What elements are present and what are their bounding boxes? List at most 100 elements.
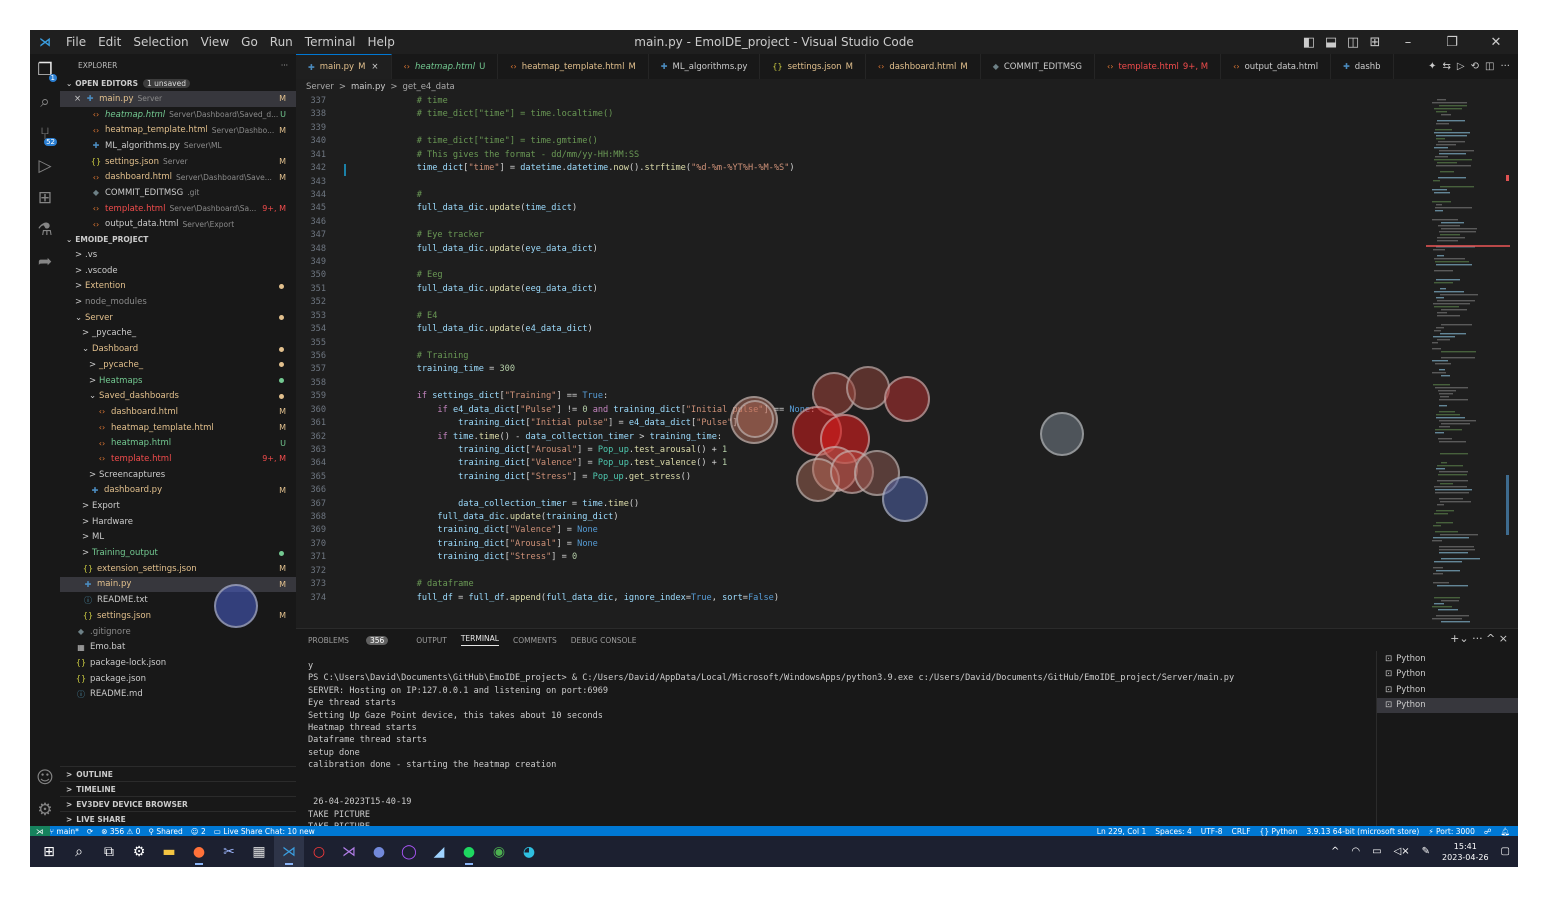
split-editor-icon[interactable]: ◫ xyxy=(1485,61,1494,72)
settings-app-icon[interactable]: ⚙ xyxy=(124,836,154,867)
editor-tab[interactable]: {} settings.json M xyxy=(760,54,866,79)
edge-icon[interactable]: ◕ xyxy=(514,836,544,867)
breadcrumb-folder[interactable]: Server xyxy=(306,82,334,92)
extensions-icon[interactable]: ⊞ xyxy=(30,182,60,214)
explorer-more-actions[interactable]: ··· xyxy=(281,61,288,70)
file-item[interactable]: {} extension_settings.json M xyxy=(60,561,296,577)
toggle-secondary-sidebar-icon[interactable]: ◫ xyxy=(1342,35,1364,50)
file-item[interactable]: {} package.json xyxy=(60,671,296,687)
file-item[interactable]: ‹› dashboard.html M xyxy=(60,404,296,420)
feedback-icon[interactable]: ☍ xyxy=(1484,827,1492,836)
open-editor-item[interactable]: {} settings.json Server M xyxy=(60,154,296,170)
tab-problems[interactable]: PROBLEMS 356 xyxy=(308,635,402,645)
participants-status[interactable]: ☺ 2 xyxy=(191,827,206,836)
close-tab-icon[interactable]: × xyxy=(371,62,378,72)
editor-tab[interactable]: ‹› heatmap.html U xyxy=(392,54,499,79)
restore-button[interactable]: ❐ xyxy=(1430,35,1474,50)
settings-gear-icon[interactable]: ⚙ xyxy=(30,794,60,826)
folder-item[interactable]: > .vscode xyxy=(60,263,296,279)
file-item[interactable]: {} settings.json M xyxy=(60,608,296,624)
opera-icon[interactable]: ○ xyxy=(304,836,334,867)
menu-run[interactable]: Run xyxy=(264,35,299,49)
tab-output[interactable]: OUTPUT xyxy=(416,636,447,645)
terminal-instance[interactable]: ⊡ Python xyxy=(1377,682,1518,698)
task-view-icon[interactable]: ⧉ xyxy=(94,836,124,867)
file-item[interactable]: ◆ .gitignore xyxy=(60,624,296,640)
folder-item[interactable]: ⌄ Dashboard xyxy=(60,341,296,357)
python-interpreter[interactable]: 3.9.13 64-bit (microsoft store) xyxy=(1306,827,1419,836)
timeline-section[interactable]: > TIMELINE xyxy=(60,781,296,796)
problems-status[interactable]: ⊗ 356 ⚠ 0 xyxy=(101,827,140,836)
panel-actions[interactable]: +⌄ ··· ^ × xyxy=(1450,632,1508,645)
notes-icon[interactable]: ◢ xyxy=(424,836,454,867)
file-item[interactable]: ‹› heatmap.html U xyxy=(60,435,296,451)
folder-item[interactable]: > Hardware xyxy=(60,514,296,530)
chrome-icon[interactable]: ◉ xyxy=(484,836,514,867)
menu-edit[interactable]: Edit xyxy=(92,35,127,49)
editor-tab[interactable]: ‹› template.html 9+, M xyxy=(1095,54,1222,79)
folder-item[interactable]: > node_modules xyxy=(60,294,296,310)
vscode-taskbar-icon[interactable]: ⋊ xyxy=(274,836,304,867)
battery-icon[interactable]: ▭ xyxy=(1372,846,1381,857)
branch-status[interactable]: ⑂ main* xyxy=(50,827,79,836)
wifi-icon[interactable]: ◠ xyxy=(1351,846,1360,857)
file-item[interactable]: ▦ Emo.bat xyxy=(60,639,296,655)
cursor-position[interactable]: Ln 229, Col 1 xyxy=(1097,827,1146,836)
indentation[interactable]: Spaces: 4 xyxy=(1155,827,1191,836)
encoding[interactable]: UTF-8 xyxy=(1201,827,1223,836)
sync-status[interactable]: ⟳ xyxy=(87,827,93,836)
menu-selection[interactable]: Selection xyxy=(127,35,194,49)
line-ending[interactable]: CRLF xyxy=(1232,827,1251,836)
toggle-primary-sidebar-icon[interactable]: ◧ xyxy=(1298,35,1320,50)
close-window-button[interactable]: ✕ xyxy=(1474,35,1518,50)
ev3dev-section[interactable]: > EV3DEV DEVICE BROWSER xyxy=(60,796,296,811)
testing-icon[interactable]: ⚗ xyxy=(30,214,60,246)
search-icon[interactable]: ⌕ xyxy=(30,86,60,118)
spotify-icon[interactable]: ● xyxy=(454,836,484,867)
language-mode[interactable]: {} Python xyxy=(1260,827,1298,836)
explorer-icon[interactable]: ❐ 1 xyxy=(30,54,60,86)
editor-tab[interactable]: ✚ main.py M × xyxy=(296,54,392,79)
folder-item[interactable]: > _pycache_ xyxy=(60,357,296,373)
volume-icon[interactable]: ◁× xyxy=(1394,846,1410,857)
terminal-output[interactable]: y PS C:\Users\David\Documents\GitHub\EmoI… xyxy=(308,661,1368,847)
customize-layout-icon[interactable]: ⊞ xyxy=(1364,35,1386,50)
folder-item[interactable]: ⌄ Server xyxy=(60,310,296,326)
source-control-icon[interactable]: ⑂ 52 xyxy=(30,118,60,150)
open-editor-item[interactable]: ◆ COMMIT_EDITMSG .git xyxy=(60,185,296,201)
open-editor-item[interactable]: × ✚ main.py Server M xyxy=(60,91,296,107)
folder-item[interactable]: > Heatmaps xyxy=(60,373,296,389)
terminal-instance[interactable]: ⊡ Python xyxy=(1377,697,1518,713)
breadcrumb-symbol[interactable]: get_e4_data xyxy=(403,82,455,92)
start-icon[interactable]: ⊞ xyxy=(34,836,64,867)
menu-go[interactable]: Go xyxy=(235,35,264,49)
file-item[interactable]: ‹› heatmap_template.html M xyxy=(60,420,296,436)
project-section[interactable]: ⌄ EMOIDE_PROJECT xyxy=(60,232,296,247)
open-editor-item[interactable]: ‹› output_data.html Server\Export xyxy=(60,217,296,233)
editor-tab[interactable]: ◆ COMMIT_EDITMSG xyxy=(981,54,1096,79)
editor-tab[interactable]: ‹› output_data.html xyxy=(1221,54,1332,79)
open-editor-item[interactable]: ‹› heatmap.html Server\Dashboard\Saved_d..… xyxy=(60,107,296,123)
terminal-instance[interactable]: ⊡ Python xyxy=(1377,651,1518,667)
account-icon[interactable]: ☺ xyxy=(30,762,60,794)
minimize-button[interactable]: – xyxy=(1386,35,1430,50)
close-icon[interactable]: × xyxy=(74,94,81,104)
tab-terminal[interactable]: TERMINAL xyxy=(460,634,499,646)
remote-indicator[interactable]: ⋊ xyxy=(30,826,50,836)
chevron-up-icon[interactable]: ^ xyxy=(1331,846,1339,857)
menu-help[interactable]: Help xyxy=(362,35,401,49)
editor-tab[interactable]: ✚ ML_algorithms.py xyxy=(649,54,761,79)
file-explorer-icon[interactable]: ▬ xyxy=(154,836,184,867)
file-item[interactable]: ⓘ README.md xyxy=(60,686,296,702)
search-icon[interactable]: ⌕ xyxy=(64,836,94,867)
pen-icon[interactable]: ✎ xyxy=(1422,846,1430,857)
live-share-status[interactable]: ⚲ Shared xyxy=(148,827,182,836)
open-editor-item[interactable]: ‹› template.html Server\Dashboard\Sa... 9+,… xyxy=(60,201,296,217)
run-debug-icon[interactable]: ▷ xyxy=(30,150,60,182)
chat-status[interactable]: ▭ Live Share Chat: 10 new xyxy=(214,827,315,836)
run-python-icon[interactable]: ▷ xyxy=(1457,61,1465,72)
open-editors-section[interactable]: ⌄ OPEN EDITORS 1 unsaved xyxy=(60,76,296,91)
folder-item[interactable]: > .vs xyxy=(60,247,296,263)
file-item[interactable]: ✚ dashboard.py M xyxy=(60,483,296,499)
file-item[interactable]: ‹› template.html 9+, M xyxy=(60,451,296,467)
